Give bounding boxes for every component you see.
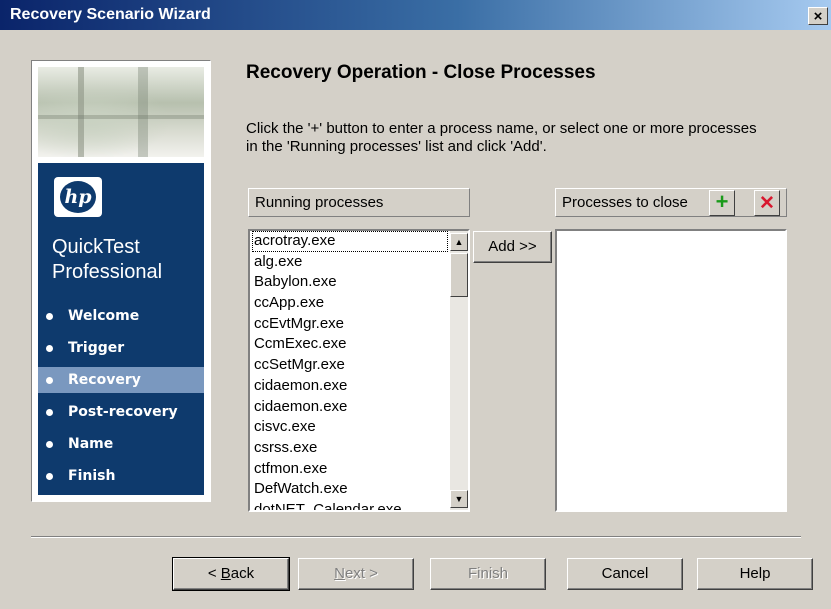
hp-logo: hp — [54, 177, 102, 217]
finish-button[interactable]: Finish — [430, 558, 546, 590]
footer-separator — [31, 536, 801, 538]
product-name-line2: Professional — [52, 261, 163, 283]
window-title: Recovery Scenario Wizard — [10, 6, 211, 23]
list-item[interactable]: acrotray.exe — [252, 231, 448, 252]
list-item[interactable]: alg.exe — [252, 252, 448, 273]
processes-to-close-list[interactable] — [555, 229, 787, 512]
list-item[interactable]: cidaemon.exe — [252, 376, 448, 397]
next-button[interactable]: Next > — [298, 558, 414, 590]
hp-logo-text: hp — [60, 181, 96, 213]
add-button[interactable]: Add >> — [473, 231, 552, 263]
scroll-thumb[interactable] — [450, 253, 468, 297]
help-button[interactable]: Help — [697, 558, 813, 590]
step-name: Name — [38, 431, 204, 457]
cancel-button[interactable]: Cancel — [567, 558, 683, 590]
list-item[interactable]: csrss.exe — [252, 438, 448, 459]
wizard-sidebar: hp QuickTest Professional Welcome Trigge… — [31, 60, 211, 502]
list-item[interactable]: cisvc.exe — [252, 417, 448, 438]
step-post-recovery: Post-recovery — [38, 399, 204, 425]
running-processes-scrollbar[interactable]: ▲ ▼ — [450, 231, 468, 510]
remove-icon[interactable]: ✕ — [754, 190, 780, 216]
step-trigger: Trigger — [38, 335, 204, 361]
banner-image — [38, 67, 204, 157]
list-item[interactable]: CcmExec.exe — [252, 334, 448, 355]
list-item[interactable]: cidaemon.exe — [252, 397, 448, 418]
list-item[interactable]: DefWatch.exe — [252, 479, 448, 500]
processes-to-close-label: Processes to close — [562, 194, 688, 211]
scroll-up-icon[interactable]: ▲ — [450, 233, 468, 251]
list-item[interactable]: ccSetMgr.exe — [252, 355, 448, 376]
step-recovery: Recovery — [38, 367, 204, 393]
scroll-down-icon[interactable]: ▼ — [450, 490, 468, 508]
back-button[interactable]: < Back — [172, 557, 290, 591]
plus-icon[interactable]: + — [709, 190, 735, 216]
list-item[interactable]: Babylon.exe — [252, 272, 448, 293]
instructions-text: Click the '+' button to enter a process … — [246, 120, 757, 155]
list-item[interactable]: ccEvtMgr.exe — [252, 314, 448, 335]
page-title: Recovery Operation - Close Processes — [246, 62, 596, 83]
close-icon[interactable]: × — [808, 7, 828, 25]
list-item[interactable]: dotNET_Calendar.exe — [252, 500, 448, 510]
window-titlebar: Recovery Scenario Wizard × — [0, 0, 831, 30]
running-processes-items: acrotray.exe alg.exe Babylon.exe ccApp.exe c… — [252, 231, 448, 510]
running-processes-list[interactable]: acrotray.exe alg.exe Babylon.exe ccApp.exe c… — [248, 229, 470, 512]
product-name: QuickTest Professional — [52, 235, 162, 285]
list-item[interactable]: ctfmon.exe — [252, 459, 448, 480]
wizard-steps: Welcome Trigger Recovery Post-recovery N… — [38, 303, 204, 495]
list-item[interactable]: ccApp.exe — [252, 293, 448, 314]
step-welcome: Welcome — [38, 303, 204, 329]
running-processes-header: Running processes — [248, 188, 470, 217]
step-finish: Finish — [38, 463, 204, 489]
wizard-steps-panel: hp QuickTest Professional Welcome Trigge… — [38, 163, 204, 495]
product-name-line1: QuickTest — [52, 236, 140, 258]
processes-to-close-header: Processes to close — [555, 188, 787, 217]
